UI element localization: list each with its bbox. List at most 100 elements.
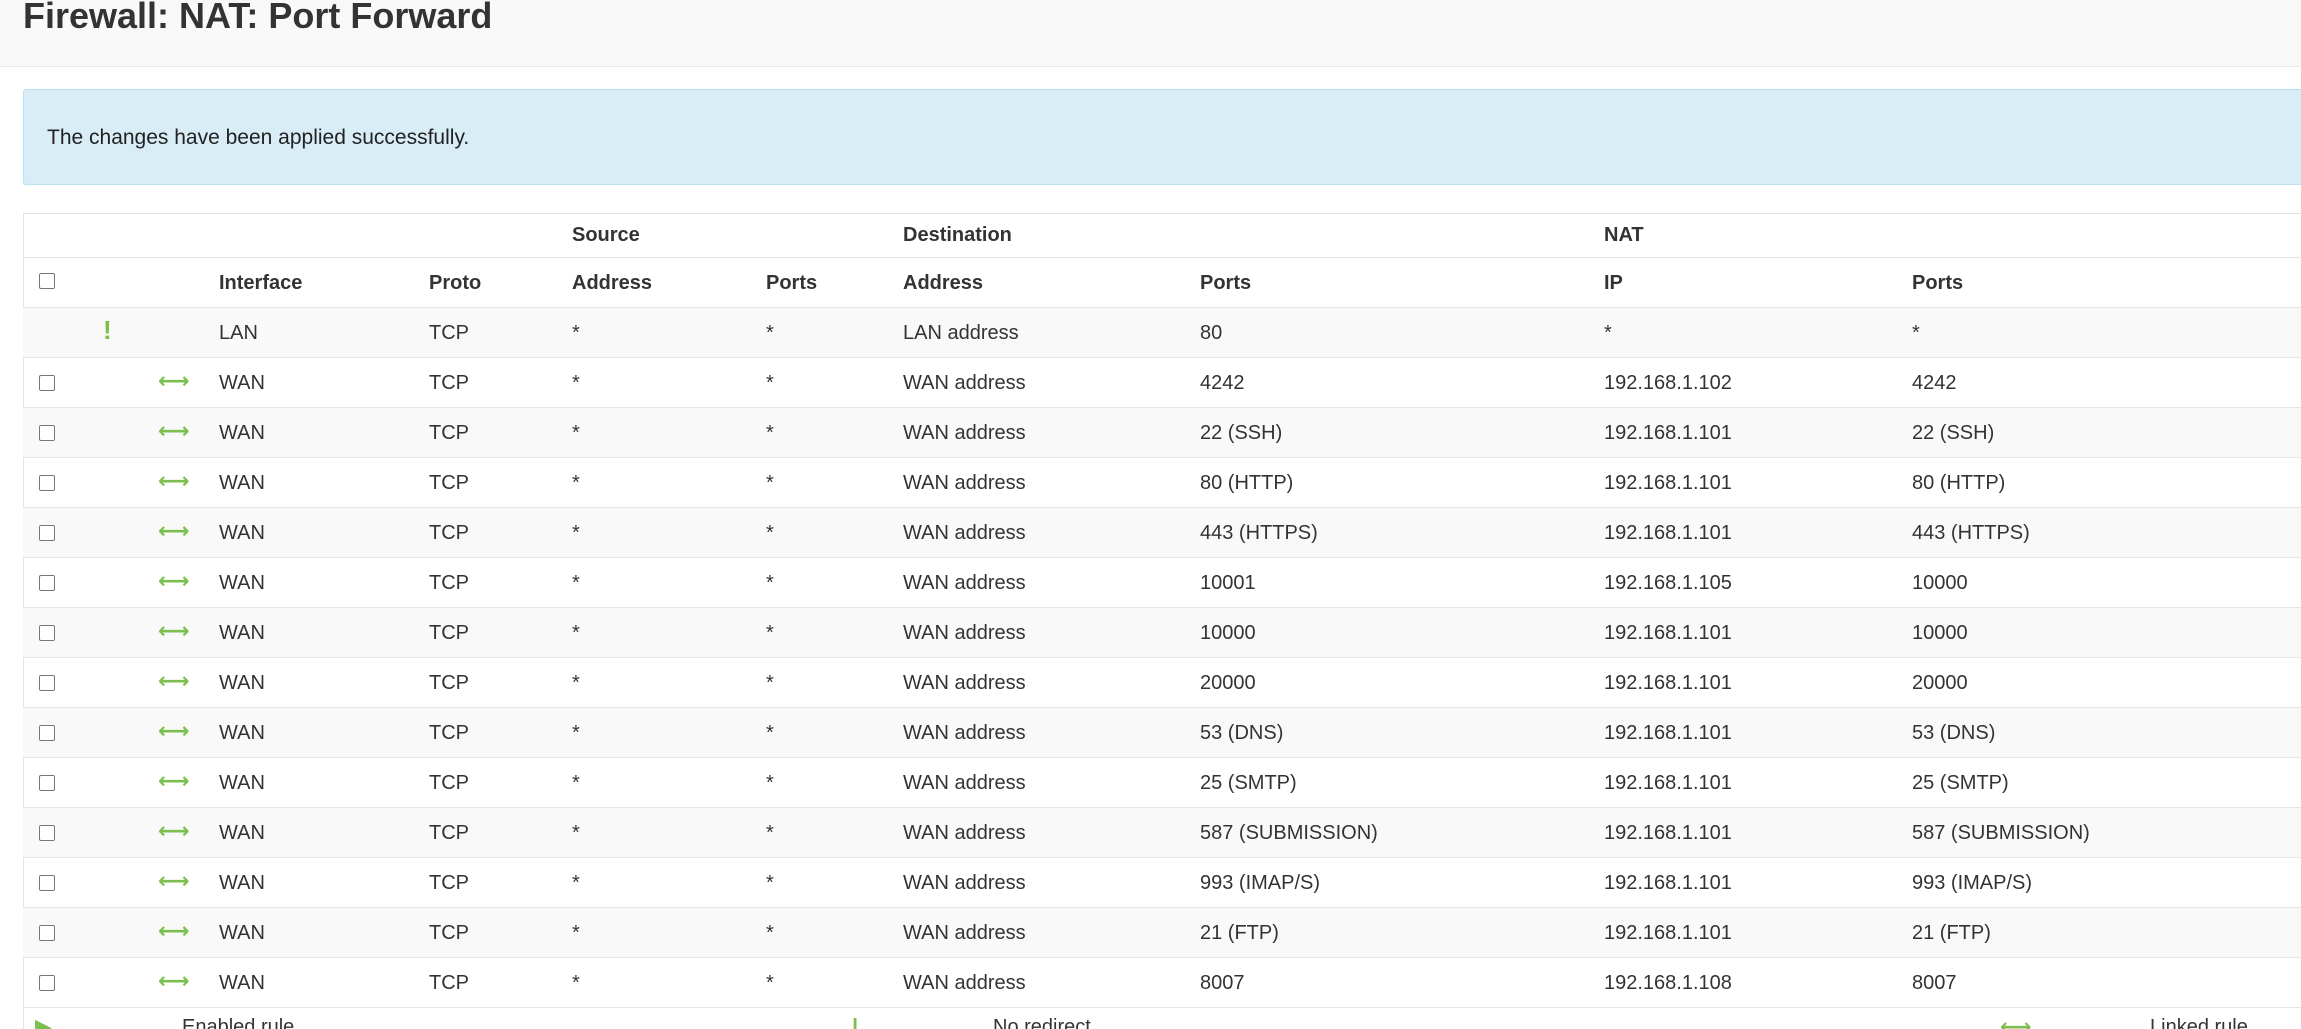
row-nat-ports: 21 (FTP)	[1912, 922, 1991, 944]
row-nat-ports: 10000	[1912, 572, 1968, 594]
row-proto: TCP	[429, 822, 469, 844]
row-destination-address: WAN address	[903, 522, 1026, 544]
table-row[interactable]: ⟷ WAN TCP * * WAN address 80 (HTTP) 192.…	[23, 458, 2301, 508]
row-source-ports: *	[766, 372, 774, 394]
column-header-source-address[interactable]: Address	[572, 272, 652, 295]
table-row[interactable]: ⟷ WAN TCP * * WAN address 21 (FTP) 192.1…	[23, 908, 2301, 958]
port-forward-arrows-icon: ⟷	[158, 968, 190, 993]
group-header-destination: Destination	[903, 224, 1012, 246]
row-checkbox[interactable]	[39, 825, 55, 841]
table-row[interactable]: ⟷ WAN TCP * * WAN address 53 (DNS) 192.1…	[23, 708, 2301, 758]
row-checkbox[interactable]	[39, 475, 55, 491]
table-row[interactable]: ⟷ WAN TCP * * WAN address 4242 192.168.1…	[23, 358, 2301, 408]
row-proto: TCP	[429, 922, 469, 944]
port-forward-arrows-icon: ⟷	[158, 668, 190, 693]
row-source-ports: *	[766, 772, 774, 794]
row-proto: TCP	[429, 472, 469, 494]
table-row[interactable]: ⟷ WAN TCP * * WAN address 587 (SUBMISSIO…	[23, 808, 2301, 858]
row-source-address: *	[572, 822, 580, 844]
row-source-address: *	[572, 872, 580, 894]
row-source-ports: *	[766, 822, 774, 844]
row-proto: TCP	[429, 722, 469, 744]
port-forward-arrows-icon: ⟷	[158, 568, 190, 593]
row-nat-ports: 20000	[1912, 672, 1968, 694]
row-destination-ports: 4242	[1200, 372, 1245, 394]
row-checkbox[interactable]	[39, 375, 55, 391]
row-destination-address: WAN address	[903, 822, 1026, 844]
port-forward-arrows-icon: ⟷	[158, 618, 190, 643]
row-destination-ports: 587 (SUBMISSION)	[1200, 822, 1378, 844]
row-checkbox[interactable]	[39, 725, 55, 741]
page-title: Firewall: NAT: Port Forward	[23, 0, 493, 36]
row-source-ports: *	[766, 522, 774, 544]
row-source-address: *	[572, 422, 580, 444]
row-source-address: *	[572, 522, 580, 544]
table-row[interactable]: ⟷ WAN TCP * * WAN address 10001 192.168.…	[23, 558, 2301, 608]
row-checkbox[interactable]	[39, 975, 55, 991]
table-row[interactable]: ⟷ WAN TCP * * WAN address 22 (SSH) 192.1…	[23, 408, 2301, 458]
row-checkbox[interactable]	[39, 925, 55, 941]
row-checkbox[interactable]	[39, 775, 55, 791]
row-interface: LAN	[219, 322, 258, 344]
table-row[interactable]: ⟷ WAN TCP * * WAN address 10000 192.168.…	[23, 608, 2301, 658]
table-row[interactable]: ⟷ WAN TCP * * WAN address 25 (SMTP) 192.…	[23, 758, 2301, 808]
row-checkbox[interactable]	[39, 425, 55, 441]
success-alert: The changes have been applied successful…	[23, 89, 2301, 185]
table-row[interactable]: ⟷ WAN TCP * * WAN address 20000 192.168.…	[23, 658, 2301, 708]
row-destination-ports: 8007	[1200, 972, 1245, 994]
column-header-destination-ports[interactable]: Ports	[1200, 272, 1251, 295]
column-header-proto[interactable]: Proto	[429, 272, 481, 295]
row-nat-ports: 80 (HTTP)	[1912, 472, 2006, 494]
row-nat-ip: 192.168.1.101	[1604, 672, 1732, 694]
row-nat-ip: 192.168.1.102	[1604, 372, 1732, 394]
row-interface: WAN	[219, 872, 265, 894]
column-header-source-ports[interactable]: Ports	[766, 272, 817, 295]
column-header-nat-ports[interactable]: Ports	[1912, 272, 1963, 295]
table-row[interactable]: ! LAN TCP * * LAN address 80 * *	[23, 308, 2301, 358]
row-source-address: *	[572, 572, 580, 594]
row-nat-ports: *	[1912, 322, 1920, 344]
table-row[interactable]: ⟷ WAN TCP * * WAN address 993 (IMAP/S) 1…	[23, 858, 2301, 908]
row-source-ports: *	[766, 722, 774, 744]
column-header-destination-address[interactable]: Address	[903, 272, 983, 295]
row-interface: WAN	[219, 672, 265, 694]
row-interface: WAN	[219, 472, 265, 494]
alert-message: The changes have been applied successful…	[47, 126, 470, 149]
legend-no-redirect-label: No redirect	[993, 1016, 1091, 1029]
row-nat-ports: 22 (SSH)	[1912, 422, 1995, 444]
column-header-nat-ip[interactable]: IP	[1604, 272, 1623, 295]
row-nat-ports: 443 (HTTPS)	[1912, 522, 2030, 544]
row-checkbox[interactable]	[39, 675, 55, 691]
row-source-address: *	[572, 772, 580, 794]
table-row[interactable]: ⟷ WAN TCP * * WAN address 443 (HTTPS) 19…	[23, 508, 2301, 558]
row-destination-address: WAN address	[903, 572, 1026, 594]
row-proto: TCP	[429, 422, 469, 444]
row-checkbox[interactable]	[39, 875, 55, 891]
port-forward-arrows-icon: ⟷	[158, 518, 190, 543]
row-interface: WAN	[219, 972, 265, 994]
row-destination-ports: 21 (FTP)	[1200, 922, 1279, 944]
row-source-address: *	[572, 472, 580, 494]
legend-enabled-label: Enabled rule	[182, 1016, 295, 1029]
column-header-interface[interactable]: Interface	[219, 272, 302, 295]
row-proto: TCP	[429, 672, 469, 694]
row-checkbox[interactable]	[39, 575, 55, 591]
table-row[interactable]: ⟷ WAN TCP * * WAN address 8007 192.168.1…	[23, 958, 2301, 1008]
row-destination-address: WAN address	[903, 622, 1026, 644]
port-forward-arrows-icon: ⟷	[158, 918, 190, 943]
select-all-checkbox[interactable]	[39, 273, 55, 289]
row-proto: TCP	[429, 972, 469, 994]
row-nat-ports: 993 (IMAP/S)	[1912, 872, 2033, 894]
row-checkbox[interactable]	[39, 525, 55, 541]
row-nat-ip: 192.168.1.101	[1604, 472, 1732, 494]
row-source-ports: *	[766, 422, 774, 444]
row-interface: WAN	[219, 722, 265, 744]
row-proto: TCP	[429, 572, 469, 594]
row-nat-ports: 8007	[1912, 972, 1957, 994]
row-proto: TCP	[429, 322, 469, 344]
row-source-ports: *	[766, 322, 774, 344]
row-checkbox[interactable]	[39, 625, 55, 641]
row-destination-address: WAN address	[903, 872, 1026, 894]
row-destination-ports: 10001	[1200, 572, 1256, 594]
row-destination-ports: 443 (HTTPS)	[1200, 522, 1318, 544]
